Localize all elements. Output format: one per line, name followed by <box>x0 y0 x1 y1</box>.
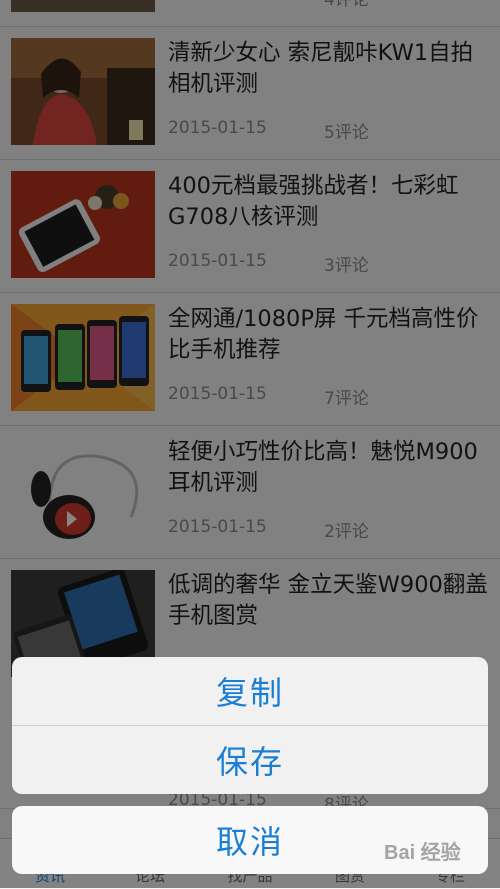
watermark-logo: Bai 经验 <box>384 835 494 871</box>
watermark-text: Bai 经验 <box>384 840 461 864</box>
copy-button[interactable]: 复制 <box>12 657 488 725</box>
action-sheet: 复制 保存 <box>12 657 488 794</box>
save-button[interactable]: 保存 <box>12 726 488 794</box>
